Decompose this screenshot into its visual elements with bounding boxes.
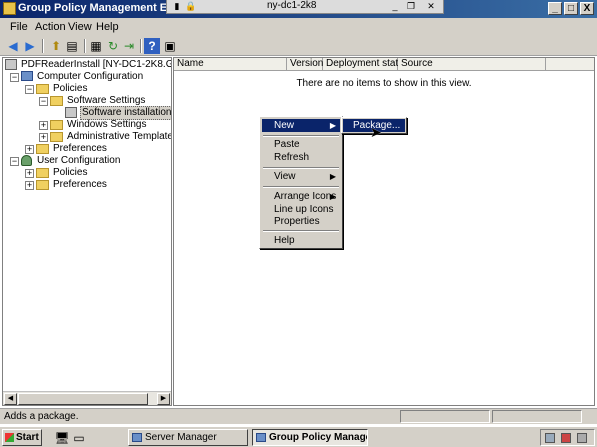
help-icon[interactable]: ? (144, 38, 160, 54)
maximize-button[interactable]: □ (564, 2, 578, 15)
tree-horizontal-scrollbar[interactable]: ◀ ▶ (3, 391, 171, 405)
context-menu-new[interactable]: New ▶ (262, 119, 340, 132)
expand-icon[interactable]: + (25, 181, 34, 190)
menu-bar: File Action View Help (0, 18, 597, 36)
rdp-minimize-button[interactable]: _ (389, 1, 401, 12)
expand-icon[interactable]: + (25, 145, 34, 154)
menu-separator (263, 135, 339, 137)
folder-icon (50, 96, 63, 106)
column-header-deployment-state[interactable]: Deployment state (323, 58, 404, 71)
console-tree[interactable]: PDFReaderInstall [NY-DC1-2K8.GLOBOM − Co… (2, 57, 172, 406)
up-icon[interactable]: ⬆ (48, 38, 64, 54)
status-panel (400, 410, 490, 423)
menu-file[interactable]: File (10, 21, 28, 33)
rdp-restore-button[interactable]: ❐ (405, 1, 417, 12)
app-icon (3, 2, 16, 15)
show-desktop-icon[interactable]: ▭ (71, 430, 87, 446)
collapse-icon[interactable]: − (10, 157, 19, 166)
server-manager-icon (132, 433, 142, 442)
expand-icon[interactable]: + (39, 121, 48, 130)
refresh-icon[interactable]: ↻ (105, 38, 121, 54)
lock-icon[interactable]: 🔒 (185, 1, 197, 12)
taskbar: Start 🖥 ▭ Server Manager Group Policy Ma… (0, 426, 597, 447)
folder-icon (36, 180, 49, 190)
detail-pane[interactable]: Name Version Deployment state Source The… (173, 57, 595, 406)
submenu-arrow-icon: ▶ (329, 192, 336, 201)
column-header-source[interactable]: Source (398, 58, 546, 71)
menu-action[interactable]: Action (35, 21, 66, 33)
scroll-left-arrow-icon[interactable]: ◀ (4, 393, 17, 405)
context-menu-paste[interactable]: Paste (262, 138, 340, 151)
user-icon (21, 155, 32, 166)
submenu-arrow-icon: ▶ (329, 121, 336, 130)
toolbar: ◀ ▶ ⬆ ▤ ▦ ↻ ⇥ ? ▣ (0, 36, 597, 56)
collapse-icon[interactable]: − (25, 85, 34, 94)
folder-icon (36, 168, 49, 178)
folder-icon (50, 120, 63, 130)
context-menu-arrange-icons[interactable]: Arrange Icons ▶ (262, 190, 340, 203)
submenu-arrow-icon: ▶ (329, 172, 336, 181)
back-icon[interactable]: ◀ (5, 38, 21, 54)
collapse-icon[interactable]: − (10, 73, 19, 82)
expand-icon[interactable]: + (39, 133, 48, 142)
start-button[interactable]: Start (2, 429, 42, 446)
gpo-icon (5, 59, 17, 70)
menu-separator (263, 230, 339, 232)
volume-icon[interactable] (577, 433, 587, 443)
network-icon[interactable] (545, 433, 555, 443)
column-header-name[interactable]: Name (174, 58, 287, 71)
context-menu: New ▶ Paste Refresh View ▶ Arrange Icons… (259, 116, 343, 249)
toolbar-separator (140, 39, 142, 53)
forward-icon[interactable]: ▶ (22, 38, 38, 54)
remote-host-name: ny-dc1-2k8 (267, 0, 317, 11)
taskbar-group-policy-manage[interactable]: Group Policy Manage... (252, 429, 368, 446)
action-pane-icon[interactable]: ▣ (162, 38, 178, 54)
folder-icon (36, 144, 49, 154)
context-menu-properties[interactable]: Properties (262, 215, 340, 228)
security-icon[interactable] (561, 433, 571, 443)
windows-logo-icon (5, 433, 14, 442)
folder-icon (50, 132, 63, 142)
menu-separator (263, 186, 339, 188)
toolbar-separator (84, 39, 86, 53)
context-menu-view[interactable]: View ▶ (262, 170, 340, 183)
rdp-close-button[interactable]: ✕ (425, 1, 437, 12)
properties-icon[interactable]: ▦ (88, 38, 104, 54)
menu-separator (263, 167, 339, 169)
menu-help[interactable]: Help (96, 21, 119, 33)
taskbar-server-manager[interactable]: Server Manager (128, 429, 248, 446)
status-panel (492, 410, 582, 423)
mouse-pointer-icon: ➤ (370, 124, 382, 140)
menu-view[interactable]: View (68, 21, 92, 33)
collapse-icon[interactable]: − (39, 97, 48, 106)
export-list-icon[interactable]: ⇥ (121, 38, 137, 54)
empty-list-message: There are no items to show in this view. (296, 78, 472, 89)
package-icon (65, 107, 77, 118)
group-policy-icon (256, 433, 266, 442)
show-hide-tree-icon[interactable]: ▤ (64, 38, 80, 54)
column-header-filler (546, 58, 594, 71)
system-tray (540, 429, 595, 446)
folder-icon (36, 84, 49, 94)
scrollbar-thumb[interactable] (18, 393, 148, 405)
status-text: Adds a package. (4, 411, 79, 422)
status-bar: Adds a package. (0, 408, 597, 424)
computer-icon (21, 71, 33, 81)
toolbar-separator (42, 39, 44, 53)
expand-icon[interactable]: + (25, 169, 34, 178)
pin-icon[interactable]: ▮ (171, 1, 183, 12)
context-menu-help[interactable]: Help (262, 234, 340, 247)
context-menu-refresh[interactable]: Refresh (262, 151, 340, 164)
title-bar[interactable]: Group Policy Management Editor ▮ 🔒 ny-dc… (0, 0, 597, 18)
server-manager-quicklaunch-icon[interactable]: 🖥 (54, 430, 70, 446)
minimize-button[interactable]: _ (548, 2, 562, 15)
close-button[interactable]: X (580, 2, 594, 15)
column-header-version[interactable]: Version (287, 58, 323, 71)
scroll-right-arrow-icon[interactable]: ▶ (157, 393, 170, 405)
remote-connection-bar[interactable]: ▮ 🔒 ny-dc1-2k8 _ ❐ ✕ (166, 0, 444, 14)
